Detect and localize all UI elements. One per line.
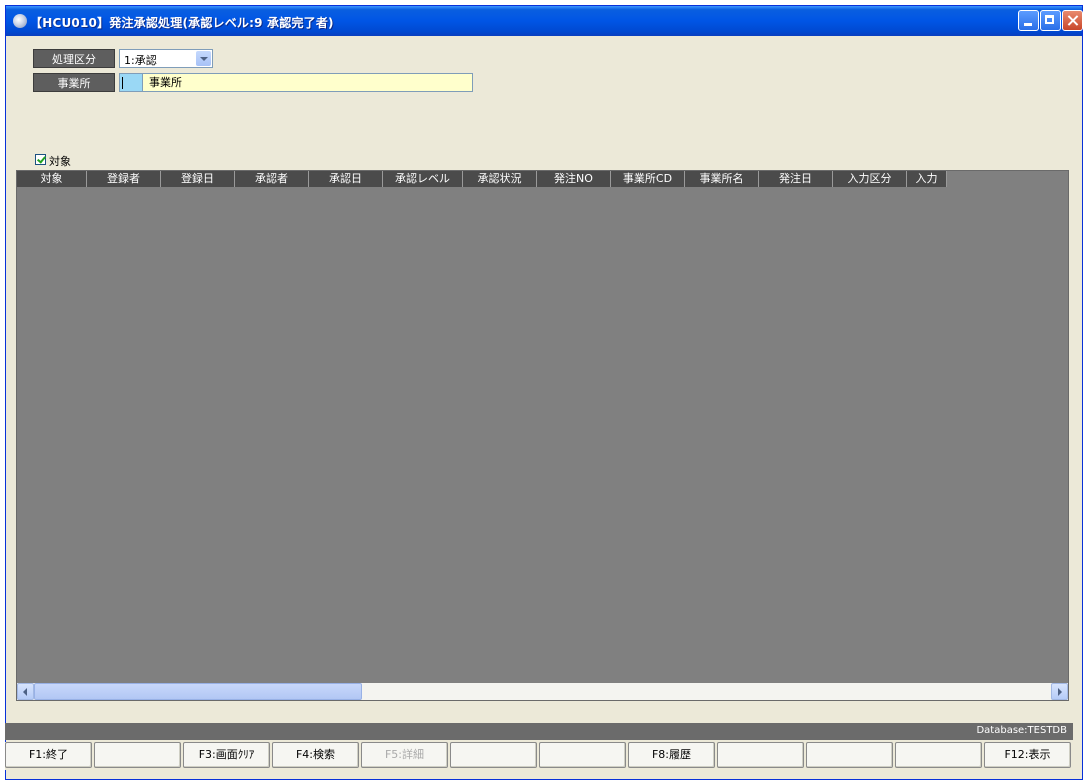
function-key-button[interactable] [717,742,804,768]
function-key-button[interactable]: F1:終了 [5,742,92,768]
column-header[interactable]: 発注NO [537,171,611,187]
column-header[interactable]: 対象 [17,171,87,187]
chevron-down-icon[interactable] [196,51,211,66]
column-header[interactable]: 入力区分 [833,171,907,187]
column-header[interactable]: 承認日 [309,171,383,187]
column-header[interactable]: 事業所CD [611,171,685,187]
function-key-button[interactable]: F12:表示 [984,742,1071,768]
column-header[interactable]: 承認レベル [383,171,463,187]
title-bar: 【HCU010】発注承認処理(承認レベル:9 承認完了者) [6,6,1083,36]
function-key-button[interactable] [450,742,537,768]
database-indicator: Database:TESTDB [976,725,1067,736]
scroll-left-icon[interactable] [17,683,34,700]
scroll-right-icon[interactable] [1051,683,1068,700]
function-key-bar: F1:終了 F3:画面ｸﾘｱ F4:検索 F5:詳細 F8:履歴 F12:表示 [5,742,1073,770]
office-code-input[interactable] [119,73,143,92]
maximize-button[interactable] [1040,10,1061,31]
column-header[interactable]: 事業所名 [685,171,759,187]
column-header[interactable]: 登録者 [87,171,161,187]
status-bar: Database:TESTDB [5,723,1073,740]
process-type-value: 1:承認 [124,54,157,67]
office-label: 事業所 [33,73,115,92]
office-name-field: 事業所 [143,73,473,92]
column-header[interactable]: 発注日 [759,171,833,187]
app-icon [13,14,27,28]
target-checkbox[interactable] [35,154,46,165]
function-key-button[interactable]: F8:履歴 [628,742,715,768]
scroll-thumb[interactable] [34,683,362,700]
results-grid[interactable]: 対象 登録者 登録日 承認者 承認日 承認レベル 承認状況 発注NO 事業所CD 事業所名 発注日入… [16,170,1069,701]
horizontal-scrollbar[interactable] [17,683,1068,700]
process-type-label: 処理区分 [33,49,115,68]
process-type-select[interactable]: 1:承認 [119,49,213,68]
function-key-button[interactable] [895,742,982,768]
target-checkbox-label: 対象 [49,155,71,168]
function-key-button[interactable] [539,742,626,768]
column-header[interactable]: 入力 [907,171,947,187]
column-header[interactable]: 承認者 [235,171,309,187]
window-title: 【HCU010】発注承認処理(承認レベル:9 承認完了者) [30,16,334,30]
function-key-button[interactable]: F3:画面ｸﾘｱ [183,742,270,768]
close-button[interactable] [1062,10,1083,31]
minimize-button[interactable] [1018,10,1039,31]
function-key-button[interactable]: F4:検索 [272,742,359,768]
grid-header: 対象 登録者 登録日 承認者 承認日 承認レベル 承認状況 発注NO 事業所CD 事業所名 発注日入… [17,171,947,187]
text-caret [122,77,123,89]
column-header[interactable]: 登録日 [161,171,235,187]
function-key-button[interactable]: F5:詳細 [361,742,448,768]
function-key-button[interactable] [94,742,181,768]
function-key-button[interactable] [806,742,893,768]
column-header[interactable]: 承認状況 [463,171,537,187]
